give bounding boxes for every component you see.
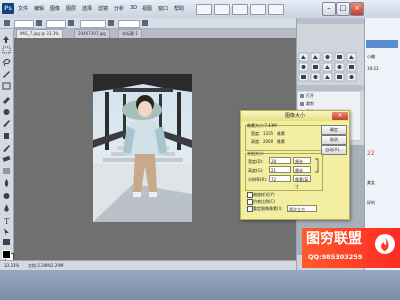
- dodge-tool-icon: [3, 193, 10, 199]
- tab-document-1[interactable]: IMG_7.jpg @ 33.3%: [16, 29, 63, 38]
- gradient-tool-icon: [3, 168, 10, 174]
- type-tool-icon: T: [4, 217, 10, 226]
- watermark-banner: 图穷联盟 QQ:985303259: [302, 228, 400, 268]
- watermark-subtitle: QQ:985303259: [308, 253, 363, 261]
- magic-wand-icon: [3, 71, 10, 78]
- resolution-label: 分辨率(R):: [248, 177, 268, 182]
- menu-select[interactable]: 选择: [82, 5, 92, 12]
- taskbar: [0, 270, 400, 300]
- chat-line: 好的: [367, 200, 375, 205]
- menu-image[interactable]: 图像: [50, 5, 60, 12]
- maximize-button[interactable]: □: [336, 2, 350, 16]
- option-field[interactable]: [80, 20, 106, 28]
- brush-tool-icon: [3, 120, 10, 127]
- history-state-icon: [300, 102, 304, 106]
- tool-preset-icon[interactable]: [4, 20, 10, 26]
- menu-file[interactable]: 文件: [18, 5, 28, 12]
- menu-3d[interactable]: 3D: [130, 5, 137, 11]
- tab-document-3[interactable]: 未标题-1: [118, 29, 142, 38]
- dialog-close-button[interactable]: ×: [332, 112, 348, 120]
- menu-help[interactable]: 帮助: [174, 5, 184, 12]
- menu-filter[interactable]: 滤镜: [98, 5, 108, 12]
- healing-brush-icon: [3, 109, 10, 115]
- photo-canvas[interactable]: [93, 74, 192, 222]
- chat-line: 小编: [367, 54, 375, 59]
- pixel-width-value: 1335: [263, 131, 274, 136]
- close-button[interactable]: ×: [350, 2, 364, 16]
- eyedropper-icon: [3, 97, 10, 104]
- scale-styles-label: 缩放样式(Y): [253, 192, 275, 197]
- shape-tool-icon: [3, 239, 10, 245]
- pixel-dimensions-label: 像素大小:7.43M: [247, 123, 277, 128]
- doc-height-unit-select[interactable]: 厘米: [293, 166, 311, 173]
- resolution-input[interactable]: 72: [269, 175, 291, 182]
- zoom-level-box[interactable]: [232, 4, 248, 15]
- tab-document-2[interactable]: 20467397.jpg: [74, 29, 110, 38]
- doc-width-unit-select[interactable]: 厘米: [293, 157, 311, 164]
- doc-width-input[interactable]: 28: [269, 157, 291, 164]
- minimize-button[interactable]: –: [322, 2, 336, 16]
- constrain-proportions-label: 约束比例(C): [253, 199, 275, 204]
- lasso-tool-icon: [2, 58, 11, 67]
- option-icon[interactable]: [36, 20, 42, 26]
- chat-header: [366, 40, 398, 48]
- watermark-logo: [375, 234, 395, 254]
- photoshop-logo: Ps: [2, 3, 14, 14]
- tool-icons[interactable]: T: [0, 34, 13, 248]
- panel-header: [297, 18, 364, 24]
- watermark-title: 图穷联盟: [306, 231, 362, 247]
- menu-view[interactable]: 视图: [142, 5, 152, 12]
- minibridge-button[interactable]: [214, 4, 230, 15]
- photo-image: [93, 74, 192, 222]
- pixel-width-unit: 像素: [277, 131, 285, 136]
- clone-stamp-icon: [4, 133, 9, 139]
- marquee-tool-icon: [2, 46, 11, 54]
- pixel-width-label: 宽度:: [251, 131, 261, 136]
- adjustment-icons-grid[interactable]: [298, 52, 360, 82]
- pixel-height-label: 高度:: [251, 139, 261, 144]
- options-bar: [0, 18, 296, 29]
- auto-button[interactable]: 自动(A)...: [321, 145, 347, 155]
- image-size-dialog: 图像大小 × 像素大小:7.43M 宽度: 1335 像素 高度: 2000 像…: [240, 110, 350, 220]
- menu-layer[interactable]: 图层: [66, 5, 76, 12]
- doc-height-label: 高度(G):: [248, 168, 264, 173]
- foreground-color-swatch[interactable]: [2, 250, 11, 259]
- blur-tool-icon: [4, 179, 9, 187]
- pixel-height-unit: 像素: [277, 139, 285, 144]
- option-field[interactable]: [118, 20, 140, 28]
- ok-button[interactable]: 确定: [321, 125, 347, 135]
- resample-label: 重定图像像素(I):: [253, 206, 283, 211]
- pixel-height-value: 2000: [263, 139, 274, 144]
- menu-window[interactable]: 窗口: [158, 5, 168, 12]
- document-size-label: 文档大小:: [247, 151, 265, 156]
- constrain-link-icon: [315, 158, 319, 173]
- option-icon[interactable]: [108, 20, 114, 26]
- cancel-button[interactable]: 取消: [321, 135, 347, 145]
- chat-line: 19:23: [367, 66, 379, 71]
- chat-line: 22: [367, 150, 375, 157]
- move-tool-icon: [3, 36, 9, 43]
- pen-tool-icon: [4, 204, 9, 212]
- history-state-icon: [300, 94, 304, 98]
- bridge-button[interactable]: [196, 4, 212, 15]
- screen-mode-button[interactable]: [268, 4, 284, 15]
- history-panel-header: [297, 85, 364, 91]
- resolution-unit-select[interactable]: 像素/英寸: [293, 175, 311, 189]
- flame-icon: [381, 237, 389, 251]
- doc-width-label: 宽度(D):: [248, 159, 264, 164]
- option-field[interactable]: [46, 20, 66, 28]
- option-field[interactable]: [14, 20, 34, 28]
- crop-tool-icon: [2, 82, 11, 90]
- doc-height-input[interactable]: 21: [269, 166, 291, 173]
- chat-line: 美女: [367, 180, 375, 185]
- menu-edit[interactable]: 编辑: [34, 5, 44, 12]
- menu-analysis[interactable]: 分析: [114, 5, 124, 12]
- eraser-tool-icon: [2, 155, 11, 162]
- option-icon[interactable]: [142, 20, 148, 26]
- arrange-docs-button[interactable]: [250, 4, 266, 15]
- path-selection-icon: [4, 228, 9, 236]
- history-brush-icon: [3, 145, 10, 152]
- resample-method-select[interactable]: 两次立方: [287, 205, 317, 212]
- option-icon[interactable]: [68, 20, 74, 26]
